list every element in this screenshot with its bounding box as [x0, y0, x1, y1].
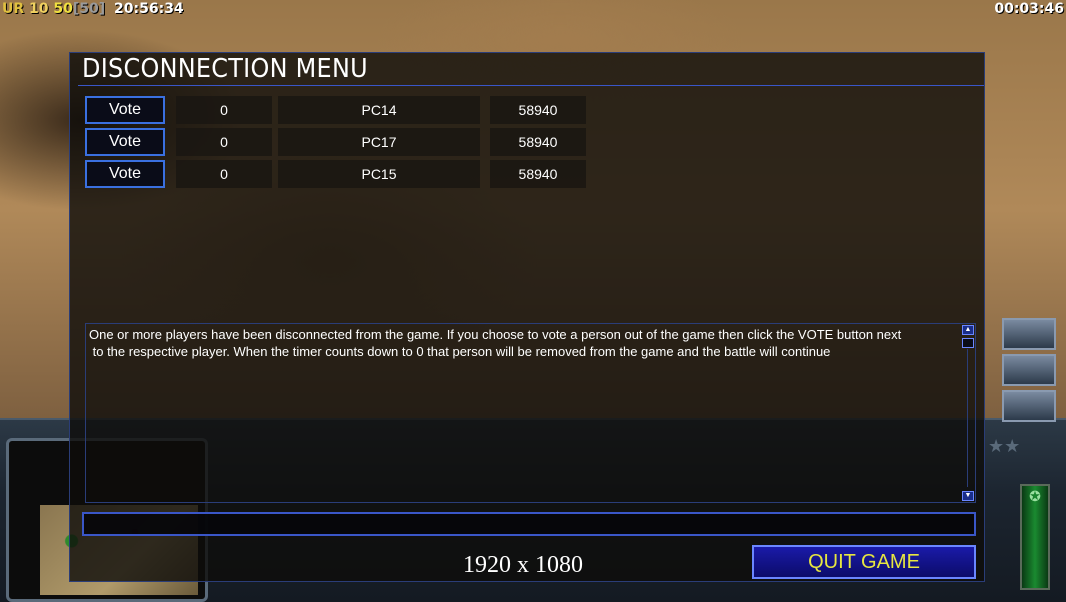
scroll-thumb[interactable] [962, 338, 974, 348]
message-scrollbar[interactable]: ▲ ▼ [962, 325, 974, 501]
quit-game-button[interactable]: QUIT GAME [752, 545, 976, 579]
stat-c: [50] [72, 1, 106, 17]
radar-scan-icon[interactable] [1002, 318, 1056, 350]
hud-stats: UR 10 50[50] 20:56:34 [2, 1, 184, 17]
vote-count: 0 [176, 128, 272, 156]
stat-a: 10 [29, 1, 49, 17]
player-name: PC15 [278, 160, 480, 188]
power-star-icon: ✪ [1029, 488, 1041, 504]
satellite-icon[interactable] [1002, 354, 1056, 386]
player-name: PC14 [278, 96, 480, 124]
message-text: One or more players have been disconnect… [89, 326, 961, 360]
player-name: PC17 [278, 128, 480, 156]
message-line-1: One or more players have been disconnect… [89, 327, 902, 342]
dialog-title: DISCONNECTION MENU [82, 54, 368, 84]
scroll-track[interactable] [967, 349, 968, 487]
vote-button[interactable]: Vote [85, 128, 165, 156]
ur-label: UR [2, 1, 25, 17]
player-timer: 58940 [490, 96, 586, 124]
resolution-label: 1920 x 1080 [463, 552, 583, 578]
scroll-down-icon[interactable]: ▼ [962, 491, 974, 501]
drone-icon[interactable] [1002, 390, 1056, 422]
stat-b: 50 [53, 1, 73, 17]
title-divider [78, 85, 984, 86]
player-timer: 58940 [490, 160, 586, 188]
vote-button[interactable]: Vote [85, 96, 165, 124]
game-timer: 00:03:46 [994, 1, 1064, 17]
chat-input[interactable] [82, 512, 976, 536]
clock: 20:56:34 [114, 1, 184, 17]
power-meter: ✪ [1020, 484, 1050, 590]
rank-stars-icon: ★★ [988, 436, 1021, 456]
message-box: One or more players have been disconnect… [85, 323, 976, 503]
vote-button[interactable]: Vote [85, 160, 165, 188]
side-ability-icons [1002, 318, 1066, 426]
message-line-2: to the respective player. When the timer… [89, 344, 831, 359]
player-timer: 58940 [490, 128, 586, 156]
vote-count: 0 [176, 160, 272, 188]
vote-count: 0 [176, 96, 272, 124]
scroll-up-icon[interactable]: ▲ [962, 325, 974, 335]
disconnection-dialog: DISCONNECTION MENU Vote 0 PC14 58940 Vot… [69, 52, 985, 582]
